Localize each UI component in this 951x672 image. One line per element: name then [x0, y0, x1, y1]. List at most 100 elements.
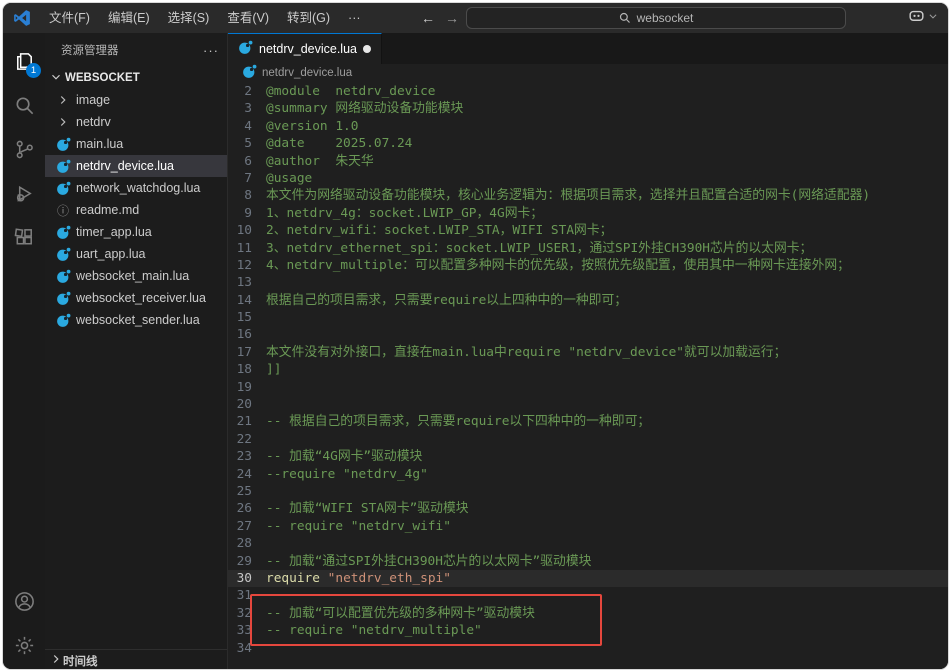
line-number: 3: [244, 101, 252, 117]
titlebar: 文件(F) 编辑(E) 选择(S) 查看(V) 转到(G) ··· ← → websock…: [3, 3, 948, 33]
lua-file-icon: [55, 312, 71, 328]
line-content: -- 加载“可以配置优先级的多种网卡”驱动模块: [266, 605, 535, 621]
code-line: 7 @usage: [228, 170, 948, 187]
line-number: 2: [244, 84, 252, 99]
line-content: @summary 网络驱动设备功能模块: [266, 101, 464, 117]
code-line: 27 -- require "netdrv_wifi": [228, 518, 948, 535]
tree-item-uart-app-lua[interactable]: uart_app.lua: [45, 243, 227, 265]
code-line: 33 -- require "netdrv_multiple": [228, 622, 948, 639]
line-content: @author 朱天华: [266, 153, 374, 169]
more-actions-icon[interactable]: ···: [203, 43, 219, 58]
line-content: 根据自己的项目需求，只需要require以上四种中的一种即可；: [266, 292, 628, 308]
editor-area: netdrv_device.lua netdrv_device.lua 2 @mo…: [228, 33, 948, 669]
code-line: 30 require "netdrv_eth_spi": [228, 569, 948, 588]
line-number: 9: [244, 205, 252, 221]
tree-item-websocket-main-lua[interactable]: websocket_main.lua: [45, 265, 227, 287]
code-line: 23 -- 加载“4G网卡”驱动模块: [228, 448, 948, 465]
line-number: 19: [236, 379, 252, 395]
line-number: 34: [236, 640, 252, 656]
line-content: 1、netdrv_4g：socket.LWIP_GP，4G网卡；: [266, 205, 544, 221]
line-number: 15: [236, 310, 252, 326]
line-number: 27: [236, 518, 252, 534]
tree-item-network-watchdog-lua[interactable]: network_watchdog.lua: [45, 177, 227, 199]
code-line: 2 @module netdrv_device: [228, 83, 948, 100]
menu-item-2[interactable]: 选择(S): [159, 3, 219, 33]
line-number: 26: [236, 501, 252, 517]
tree-item-websocket-sender-lua[interactable]: websocket_sender.lua: [45, 309, 227, 331]
search-icon: [619, 12, 630, 23]
tree-item-timer-app-lua[interactable]: timer_app.lua: [45, 221, 227, 243]
code-line: 19: [228, 379, 948, 396]
line-number: 10: [236, 223, 252, 239]
back-arrow-icon[interactable]: ←: [421, 10, 435, 26]
run-debug-icon[interactable]: [3, 171, 45, 215]
tree-item-netdrv[interactable]: netdrv: [45, 111, 227, 133]
root-folder[interactable]: WEBSOCKET: [45, 67, 227, 89]
code-line: 17 本文件没有对外接口，直接在main.lua中require "netdrv_…: [228, 344, 948, 361]
lua-file-icon: [55, 180, 71, 196]
line-number: 5: [244, 136, 252, 152]
lua-file-icon: [55, 246, 71, 262]
menu-item-4[interactable]: 转到(G): [278, 3, 339, 33]
timeline-label: 时间线: [63, 655, 98, 668]
menu-item-5[interactable]: ···: [339, 3, 370, 33]
breadcrumb[interactable]: netdrv_device.lua: [228, 64, 948, 82]
lua-file-icon: [55, 268, 71, 284]
search-input[interactable]: websocket: [466, 7, 846, 29]
code-line: 9 1、netdrv_4g：socket.LWIP_GP，4G网卡；: [228, 205, 948, 222]
code-line: 5 @date 2025.07.24: [228, 135, 948, 152]
tree-item-main-lua[interactable]: main.lua: [45, 133, 227, 155]
line-number: 16: [236, 327, 252, 343]
line-content: -- require "netdrv_multiple": [266, 623, 482, 639]
file-label: network_watchdog.lua: [76, 181, 201, 195]
settings-gear-icon[interactable]: [3, 623, 45, 667]
line-number: 13: [236, 275, 252, 291]
line-number: 14: [236, 292, 252, 308]
file-label: readme.md: [76, 203, 140, 217]
vscode-logo-icon: [14, 10, 30, 26]
line-number: 17: [236, 344, 252, 360]
file-label: netdrv: [76, 115, 111, 129]
chevron-right-icon: [55, 92, 71, 108]
lua-file-icon: [55, 136, 71, 152]
line-number: 31: [236, 588, 252, 604]
code-line: 12 4、netdrv_multiple：可以配置多种网卡的优先级，按照优先级配置…: [228, 257, 948, 274]
chevron-right-icon: [49, 652, 63, 669]
tab-netdrv-device[interactable]: netdrv_device.lua: [228, 33, 382, 64]
explorer-sidebar: 资源管理器 ··· WEBSOCKET image netdrv main.lua n…: [45, 33, 228, 669]
chevron-down-icon: [49, 70, 63, 87]
code-editor[interactable]: 2 @module netdrv_device 3 @summary 网络驱动设备功能…: [228, 82, 948, 657]
code-line: 16: [228, 326, 948, 343]
line-number: 7: [244, 170, 252, 186]
line-content: require "netdrv_eth_spi": [266, 570, 451, 586]
file-label: main.lua: [76, 137, 124, 151]
explorer-icon[interactable]: 1: [3, 39, 45, 83]
sidebar-title: 资源管理器: [61, 45, 119, 57]
account-icon[interactable]: [3, 579, 45, 623]
menu-item-1[interactable]: 编辑(E): [99, 3, 159, 33]
lua-file-icon: [238, 40, 253, 58]
line-content: 3、netdrv_ethernet_spi：socket.LWIP_USER1，…: [266, 240, 813, 256]
line-content: ]]: [266, 362, 282, 378]
code-line: 22: [228, 431, 948, 448]
tree-item-netdrv-device-lua[interactable]: netdrv_device.lua: [45, 155, 227, 177]
line-number: 25: [236, 483, 252, 499]
code-line: 34: [228, 640, 948, 657]
copilot-menu[interactable]: [907, 6, 938, 25]
menu-item-3[interactable]: 查看(V): [218, 3, 278, 33]
dirty-indicator-icon[interactable]: [362, 45, 371, 53]
search-value: websocket: [636, 11, 694, 25]
tree-item-image[interactable]: image: [45, 89, 227, 111]
line-content: -- 加载“通过SPI外挂CH390H芯片的以太网卡”驱动模块: [266, 553, 592, 569]
timeline-section[interactable]: 时间线: [45, 649, 227, 669]
line-content: --require "netdrv_4g": [266, 466, 428, 482]
search-sidebar-icon[interactable]: [3, 83, 45, 127]
line-content: -- 加载“4G网卡”驱动模块: [266, 449, 423, 465]
source-control-icon[interactable]: [3, 127, 45, 171]
menu-item-0[interactable]: 文件(F): [40, 3, 99, 33]
tree-item-websocket-receiver-lua[interactable]: websocket_receiver.lua: [45, 287, 227, 309]
tree-item-readme-md[interactable]: ⓘ readme.md: [45, 199, 227, 221]
code-lines: 2 @module netdrv_device 3 @summary 网络驱动设备功能…: [228, 83, 948, 657]
forward-arrow-icon[interactable]: →: [445, 10, 459, 26]
extensions-icon[interactable]: [3, 215, 45, 259]
